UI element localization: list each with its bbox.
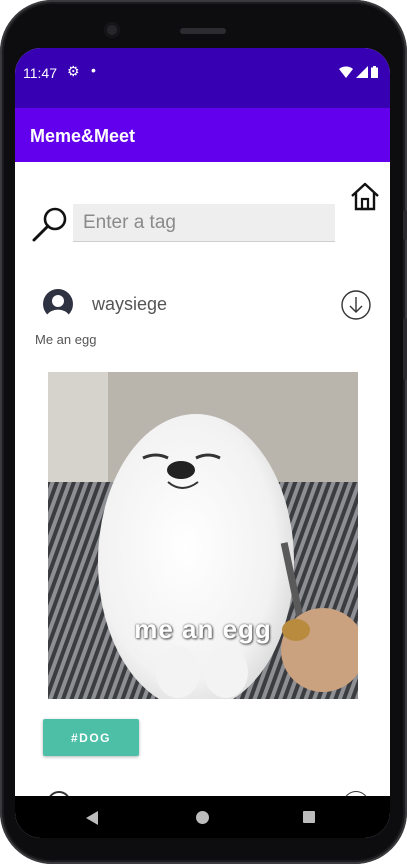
phone-frame: 11:47 ⚙ • Meme&Meet Enter a tag waysiege… — [0, 0, 407, 864]
search-icon[interactable] — [31, 205, 69, 243]
meme-caption-text: me an egg — [134, 614, 272, 644]
status-bar: 11:47 ⚙ • — [15, 48, 390, 108]
gear-icon: ⚙ — [67, 63, 80, 79]
search-input[interactable] — [73, 204, 335, 242]
status-icons — [339, 66, 378, 78]
dot-icon: • — [91, 62, 96, 78]
back-icon[interactable] — [85, 810, 99, 826]
recents-icon[interactable] — [303, 811, 315, 823]
app-bar: Meme&Meet — [15, 108, 390, 162]
post-caption: Me an egg — [35, 332, 97, 347]
post-username[interactable]: waysiege — [92, 294, 167, 315]
app-screen: 11:47 ⚙ • Meme&Meet Enter a tag waysiege… — [15, 48, 390, 838]
battery-icon — [371, 66, 378, 78]
power-button — [403, 318, 407, 380]
avatar-icon[interactable] — [43, 289, 73, 319]
meme-image[interactable]: me an egg — [48, 372, 358, 699]
status-time: 11:47 — [23, 65, 57, 81]
download-icon[interactable] — [341, 290, 371, 320]
signal-icon — [356, 66, 368, 78]
app-title: Meme&Meet — [30, 126, 136, 146]
home-button[interactable] — [349, 180, 381, 212]
home-circle-icon[interactable] — [196, 811, 209, 824]
meme-photo — [48, 372, 358, 699]
volume-button — [403, 210, 407, 240]
wifi-icon — [339, 66, 353, 78]
home-icon — [351, 182, 379, 211]
tag-button[interactable]: #DOG — [43, 719, 139, 756]
earpiece-speaker — [180, 28, 226, 34]
system-nav-bar — [15, 796, 390, 838]
front-camera — [104, 22, 120, 38]
